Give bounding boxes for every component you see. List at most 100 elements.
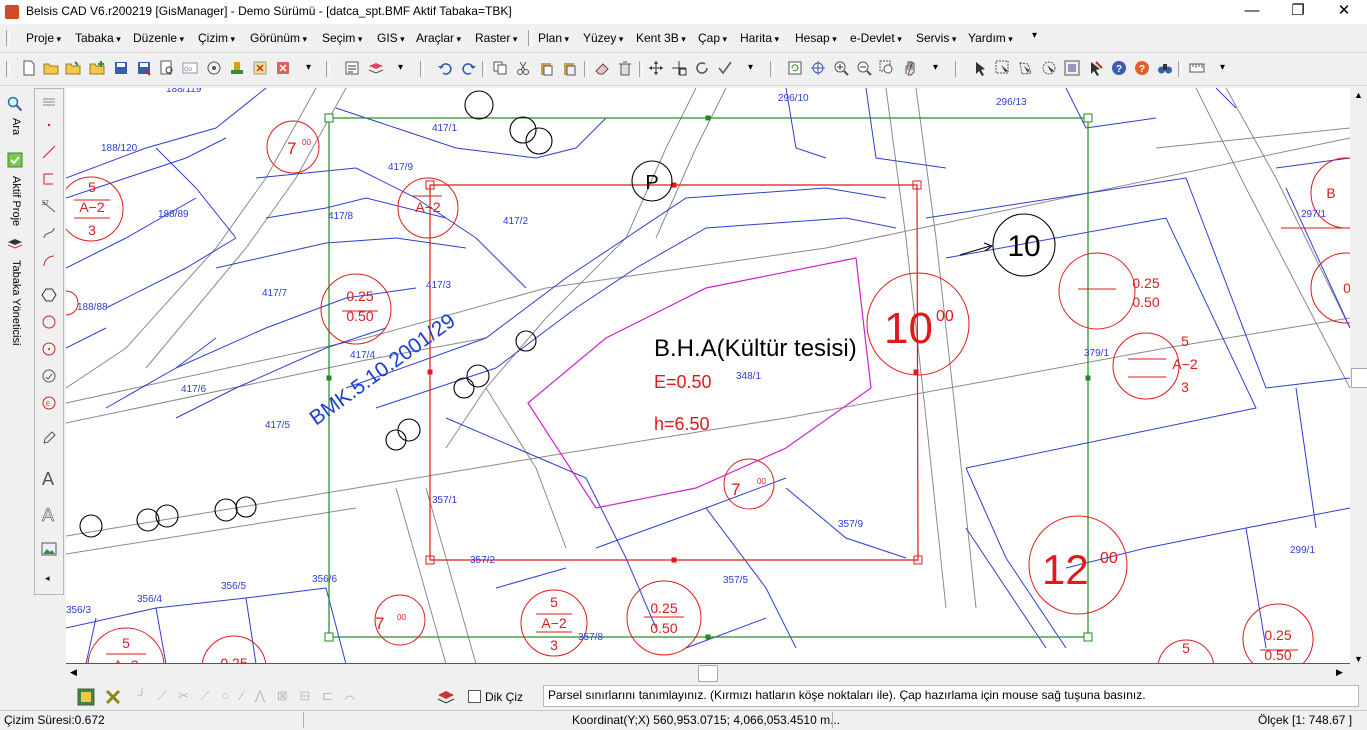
menu-secim[interactable]: Seçim	[322, 31, 362, 45]
deselect-icon[interactable]	[1087, 60, 1103, 76]
trash-icon[interactable]	[617, 60, 633, 76]
circle-check-icon[interactable]	[41, 368, 57, 384]
open-folder-icon[interactable]	[43, 60, 59, 76]
polygon-icon[interactable]	[41, 287, 57, 303]
toolbar-grip-8[interactable]	[955, 61, 959, 77]
scroll-right-icon[interactable]: ▶	[1336, 667, 1343, 678]
circle-text-icon[interactable]: E	[41, 395, 57, 411]
zoom-window-icon[interactable]	[879, 60, 895, 76]
menu-yardim[interactable]: Yardım	[968, 31, 1013, 45]
menu-grip-2[interactable]	[528, 30, 532, 46]
copy-icon[interactable]	[492, 60, 508, 76]
panel-grip-icon[interactable]	[41, 94, 57, 110]
toolbar-grip-7[interactable]	[770, 61, 774, 77]
zoom-in-icon[interactable]	[833, 60, 849, 76]
toolbar-grip-6[interactable]	[639, 61, 643, 77]
layers-stack-icon[interactable]	[7, 236, 23, 252]
cancel-tool-icon[interactable]	[104, 688, 122, 706]
open-recent-icon[interactable]	[65, 60, 81, 76]
circle-2p-icon[interactable]	[41, 341, 57, 357]
vertical-scroll-thumb[interactable]	[1351, 368, 1367, 388]
layers-icon[interactable]	[368, 60, 384, 76]
scroll-left-icon[interactable]: ◀	[70, 667, 77, 678]
redo-icon[interactable]	[461, 60, 477, 76]
toolbar-grip-2[interactable]	[326, 61, 330, 77]
scale-status[interactable]: Ölçek [1: 748.67 ]	[1258, 713, 1352, 727]
menu-overflow-icon[interactable]: ▾	[1032, 30, 1037, 41]
menu-raster[interactable]: Raster	[475, 31, 517, 45]
map-view-icon[interactable]	[77, 688, 95, 706]
trim-icon[interactable]	[717, 60, 733, 76]
toolbar-dropdown-icon-5[interactable]: ▾	[1220, 62, 1225, 73]
new-file-icon[interactable]	[21, 60, 37, 76]
undo-icon[interactable]	[437, 60, 453, 76]
menu-gis[interactable]: GIS	[377, 31, 405, 45]
menu-gorunum[interactable]: Görünüm	[250, 31, 307, 45]
checkbox-icon[interactable]	[7, 152, 23, 168]
cut-icon[interactable]	[515, 60, 531, 76]
toolbar-dropdown-icon-4[interactable]: ▾	[933, 62, 938, 73]
horizontal-scrollbar[interactable]: ◀ ▶	[66, 664, 1350, 682]
image-icon[interactable]	[41, 541, 57, 557]
menu-e-devlet[interactable]: e-Devlet	[850, 31, 902, 45]
tab-layer-manager[interactable]: Tabaka Yöneticisi	[10, 260, 22, 345]
measure-icon[interactable]	[1189, 60, 1205, 76]
arc-icon[interactable]	[41, 252, 57, 268]
binoculars-icon[interactable]	[1157, 60, 1173, 76]
layer-x-icon[interactable]	[252, 60, 268, 76]
move-icon[interactable]	[648, 60, 664, 76]
properties-icon[interactable]	[344, 60, 360, 76]
menu-kent3b[interactable]: Kent 3B	[636, 31, 686, 45]
context-help-icon[interactable]: ?	[1134, 60, 1150, 76]
menu-plan[interactable]: Plan	[538, 31, 569, 45]
select-window-icon[interactable]	[995, 60, 1011, 76]
add-folder-icon[interactable]	[89, 60, 105, 76]
save-icon[interactable]	[113, 60, 129, 76]
pencil-icon[interactable]	[41, 430, 57, 446]
select-arrow-icon[interactable]	[972, 60, 988, 76]
refresh-icon[interactable]	[787, 60, 803, 76]
print-preview-icon[interactable]	[159, 60, 175, 76]
menu-proje[interactable]: Proje	[26, 31, 61, 45]
text-outline-icon[interactable]: A	[41, 503, 57, 525]
toolbar-dropdown-icon-3[interactable]: ▾	[748, 62, 753, 73]
polyline-icon[interactable]	[41, 171, 57, 187]
menu-grip[interactable]	[6, 30, 10, 46]
pan-icon[interactable]	[810, 60, 826, 76]
vertical-scrollbar[interactable]: ▲ ▼	[1350, 88, 1367, 682]
close-button[interactable]: ✕	[1321, 0, 1367, 24]
menu-araclar[interactable]: Araçlar	[416, 31, 461, 45]
help-icon[interactable]: ?	[1111, 60, 1127, 76]
dimension-icon[interactable]: 57	[41, 198, 57, 214]
rotate-icon[interactable]	[694, 60, 710, 76]
curve-icon[interactable]	[41, 225, 57, 241]
horizontal-scroll-thumb[interactable]	[698, 665, 718, 682]
menu-yuzey[interactable]: Yüzey	[583, 31, 623, 45]
menu-cap[interactable]: Çap	[698, 31, 727, 45]
toolbar-dropdown-icon-2[interactable]: ▾	[398, 62, 403, 73]
zoom-out-icon[interactable]	[856, 60, 872, 76]
toolbar-grip-5[interactable]	[584, 61, 588, 77]
point-icon[interactable]	[41, 117, 57, 133]
panel-collapse-icon[interactable]: ◂	[45, 573, 50, 584]
menu-duzenle[interactable]: Düzenle	[133, 31, 184, 45]
scroll-up-icon[interactable]: ▲	[1354, 90, 1363, 100]
menu-servis[interactable]: Servis	[916, 31, 956, 45]
map-drawing[interactable]: 188/119 188/120 188/89 188/88 417/1 417/9 417/…	[66, 88, 1350, 664]
toolbar-grip-4[interactable]	[482, 61, 486, 77]
toolbar-grip-3[interactable]	[420, 61, 424, 77]
eraser-icon[interactable]	[594, 60, 610, 76]
circle-icon[interactable]	[41, 314, 57, 330]
search-icon[interactable]	[7, 96, 23, 112]
stamp-icon[interactable]	[229, 60, 245, 76]
text-icon[interactable]: A	[41, 467, 57, 489]
minimize-button[interactable]: —	[1229, 0, 1275, 24]
line-icon[interactable]	[41, 144, 57, 160]
copy-move-icon[interactable]	[671, 60, 687, 76]
layer-tool-icon[interactable]	[437, 688, 455, 706]
paste-special-icon[interactable]	[561, 60, 577, 76]
map-canvas[interactable]: 188/119 188/120 188/89 188/88 417/1 417/9 417/…	[66, 88, 1350, 664]
toolbar-grip-9[interactable]	[1178, 61, 1182, 77]
select-polygon-icon[interactable]	[1018, 60, 1034, 76]
select-all-icon[interactable]	[1064, 60, 1080, 76]
